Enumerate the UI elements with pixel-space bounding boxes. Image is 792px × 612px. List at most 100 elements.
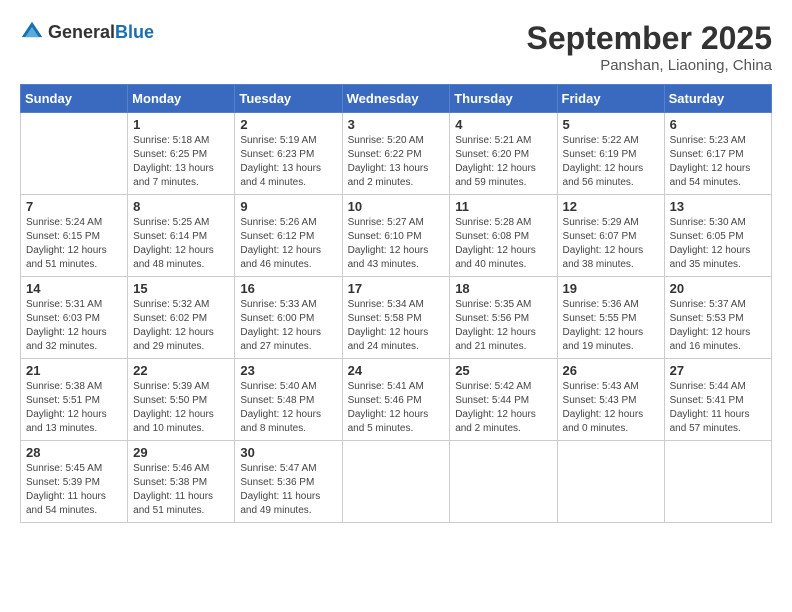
day-number: 6 [670,117,766,132]
day-info: Sunrise: 5:44 AMSunset: 5:41 PMDaylight:… [670,380,766,436]
day-number: 5 [563,117,659,132]
table-row: 14 Sunrise: 5:31 AMSunset: 6:03 PMDayligh… [21,277,128,359]
page-header: GeneralBlue September 2025 Panshan, Liao… [20,20,772,74]
table-row: 8 Sunrise: 5:25 AMSunset: 6:14 PMDaylight… [128,195,235,277]
logo-general: General [48,22,115,42]
day-number: 9 [240,199,336,214]
table-row: 20Sunrise: 5:37 AMSunset: 5:53 PMDayligh… [664,277,771,359]
day-number: 30 [240,445,336,460]
table-row: 13 Sunrise: 5:30 AMSunset: 6:05 PMDayligh… [664,195,771,277]
day-info: Sunrise: 5:21 AMSunset: 6:20 PMDaylight:… [455,134,551,190]
logo-blue: Blue [115,22,154,42]
day-number: 22 [133,363,229,378]
day-info: Sunrise: 5:18 AMSunset: 6:25 PMDaylight:… [133,134,229,190]
location-subtitle: Panshan, Liaoning, China [527,57,772,74]
day-number: 17 [348,281,445,296]
table-row: 25 Sunrise: 5:42 AMSunset: 5:44 PMDayligh… [450,359,557,441]
header-wednesday: Wednesday [342,85,450,113]
day-info: Sunrise: 5:30 AMSunset: 6:05 PMDaylight:… [670,216,766,272]
day-number: 14 [26,281,122,296]
day-info: Sunrise: 5:34 AMSunset: 5:58 PMDaylight:… [348,298,445,354]
day-info: Sunrise: 5:23 AMSunset: 6:17 PMDaylight:… [670,134,766,190]
table-row [557,441,664,523]
day-number: 1 [133,117,229,132]
table-row: 18 Sunrise: 5:35 AMSunset: 5:56 PMDayligh… [450,277,557,359]
day-info: Sunrise: 5:28 AMSunset: 6:08 PMDaylight:… [455,216,551,272]
day-number: 10 [348,199,445,214]
day-info: Sunrise: 5:29 AMSunset: 6:07 PMDaylight:… [563,216,659,272]
day-number: 18 [455,281,551,296]
day-info: Sunrise: 5:35 AMSunset: 5:56 PMDaylight:… [455,298,551,354]
day-number: 4 [455,117,551,132]
table-row: 2 Sunrise: 5:19 AMSunset: 6:23 PMDaylight… [235,113,342,195]
header-saturday: Saturday [664,85,771,113]
header-monday: Monday [128,85,235,113]
table-row [21,113,128,195]
day-number: 24 [348,363,445,378]
day-info: Sunrise: 5:41 AMSunset: 5:46 PMDaylight:… [348,380,445,436]
header-sunday: Sunday [21,85,128,113]
table-row: 1 Sunrise: 5:18 AMSunset: 6:25 PMDaylight… [128,113,235,195]
header-tuesday: Tuesday [235,85,342,113]
week-row-2: 7Sunrise: 5:24 AMSunset: 6:15 PMDaylight… [21,195,772,277]
day-info: Sunrise: 5:22 AMSunset: 6:19 PMDaylight:… [563,134,659,190]
calendar-table: Sunday Monday Tuesday Wednesday Thursday… [20,84,772,523]
day-number: 23 [240,363,336,378]
day-info: Sunrise: 5:25 AMSunset: 6:14 PMDaylight:… [133,216,229,272]
month-year-title: September 2025 [527,20,772,57]
table-row: 27 Sunrise: 5:44 AMSunset: 5:41 PMDayligh… [664,359,771,441]
table-row: 6 Sunrise: 5:23 AMSunset: 6:17 PMDaylight… [664,113,771,195]
day-number: 28 [26,445,122,460]
day-number: 27 [670,363,766,378]
day-info: Sunrise: 5:26 AMSunset: 6:12 PMDaylight:… [240,216,336,272]
week-row-4: 21Sunrise: 5:38 AMSunset: 5:51 PMDayligh… [21,359,772,441]
table-row: 5 Sunrise: 5:22 AMSunset: 6:19 PMDaylight… [557,113,664,195]
day-info: Sunrise: 5:43 AMSunset: 5:43 PMDaylight:… [563,380,659,436]
day-info: Sunrise: 5:40 AMSunset: 5:48 PMDaylight:… [240,380,336,436]
table-row: 4 Sunrise: 5:21 AMSunset: 6:20 PMDaylight… [450,113,557,195]
day-info: Sunrise: 5:32 AMSunset: 6:02 PMDaylight:… [133,298,229,354]
title-block: September 2025 Panshan, Liaoning, China [527,20,772,74]
week-row-1: 1 Sunrise: 5:18 AMSunset: 6:25 PMDaylight… [21,113,772,195]
day-info: Sunrise: 5:38 AMSunset: 5:51 PMDaylight:… [26,380,122,436]
table-row: 15Sunrise: 5:32 AMSunset: 6:02 PMDayligh… [128,277,235,359]
table-row: 22Sunrise: 5:39 AMSunset: 5:50 PMDayligh… [128,359,235,441]
day-number: 3 [348,117,445,132]
table-row: 28 Sunrise: 5:45 AMSunset: 5:39 PMDayligh… [21,441,128,523]
day-info: Sunrise: 5:46 AMSunset: 5:38 PMDaylight:… [133,462,229,518]
logo-icon [20,20,44,44]
day-info: Sunrise: 5:33 AMSunset: 6:00 PMDaylight:… [240,298,336,354]
day-number: 8 [133,199,229,214]
header-thursday: Thursday [450,85,557,113]
table-row: 19Sunrise: 5:36 AMSunset: 5:55 PMDayligh… [557,277,664,359]
table-row: 10Sunrise: 5:27 AMSunset: 6:10 PMDayligh… [342,195,450,277]
day-number: 13 [670,199,766,214]
logo: GeneralBlue [20,20,154,44]
week-row-3: 14 Sunrise: 5:31 AMSunset: 6:03 PMDayligh… [21,277,772,359]
day-info: Sunrise: 5:31 AMSunset: 6:03 PMDaylight:… [26,298,122,354]
table-row: 24 Sunrise: 5:41 AMSunset: 5:46 PMDayligh… [342,359,450,441]
table-row: 21Sunrise: 5:38 AMSunset: 5:51 PMDayligh… [21,359,128,441]
week-row-5: 28 Sunrise: 5:45 AMSunset: 5:39 PMDayligh… [21,441,772,523]
header-friday: Friday [557,85,664,113]
table-row: 29Sunrise: 5:46 AMSunset: 5:38 PMDayligh… [128,441,235,523]
day-info: Sunrise: 5:45 AMSunset: 5:39 PMDaylight:… [26,462,122,518]
calendar-header-row: Sunday Monday Tuesday Wednesday Thursday… [21,85,772,113]
day-info: Sunrise: 5:20 AMSunset: 6:22 PMDaylight:… [348,134,445,190]
day-info: Sunrise: 5:19 AMSunset: 6:23 PMDaylight:… [240,134,336,190]
table-row: 3 Sunrise: 5:20 AMSunset: 6:22 PMDaylight… [342,113,450,195]
day-info: Sunrise: 5:24 AMSunset: 6:15 PMDaylight:… [26,216,122,272]
table-row [342,441,450,523]
day-number: 2 [240,117,336,132]
day-info: Sunrise: 5:42 AMSunset: 5:44 PMDaylight:… [455,380,551,436]
day-info: Sunrise: 5:47 AMSunset: 5:36 PMDaylight:… [240,462,336,518]
table-row: 7Sunrise: 5:24 AMSunset: 6:15 PMDaylight… [21,195,128,277]
day-number: 16 [240,281,336,296]
table-row: 11Sunrise: 5:28 AMSunset: 6:08 PMDayligh… [450,195,557,277]
day-number: 25 [455,363,551,378]
day-info: Sunrise: 5:36 AMSunset: 5:55 PMDaylight:… [563,298,659,354]
day-number: 20 [670,281,766,296]
table-row [664,441,771,523]
table-row: 26Sunrise: 5:43 AMSunset: 5:43 PMDayligh… [557,359,664,441]
table-row: 9 Sunrise: 5:26 AMSunset: 6:12 PMDaylight… [235,195,342,277]
